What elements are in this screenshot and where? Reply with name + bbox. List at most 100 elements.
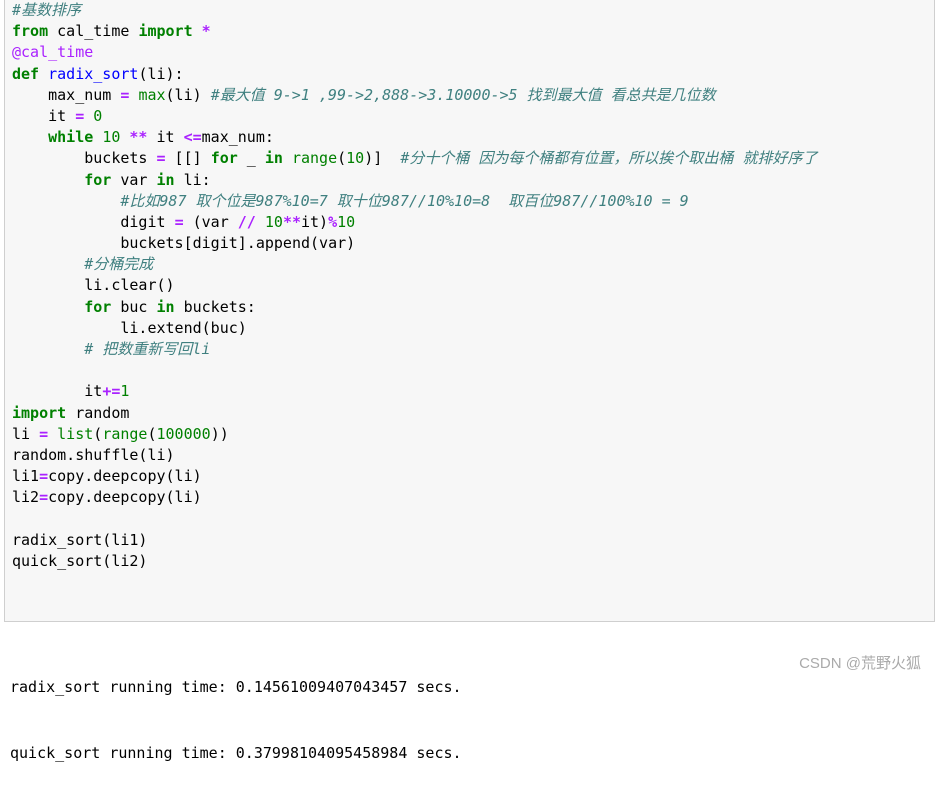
code-token: li.clear() (12, 276, 175, 295)
code-token: import (138, 22, 193, 41)
code-line: buckets = [[] for _ in range(10)] #分十个桶 … (12, 148, 817, 169)
code-token: #分桶完成 (84, 255, 154, 274)
code-token: (var (183, 212, 238, 231)
code-token: li: (174, 170, 211, 189)
code-token: # 把数重新写回li (84, 340, 211, 358)
code-token: #比如987 取个位是987%10=7 取十位987//10%10=8 取百位9… (120, 191, 689, 210)
code-token: buckets: (174, 297, 256, 316)
code-token: in (156, 170, 175, 189)
code-line: #分桶完成 (12, 254, 817, 275)
code-token: random (66, 403, 130, 422)
code-token: from (12, 22, 49, 41)
code-token: 100000 (156, 424, 211, 443)
code-token: in (156, 297, 175, 316)
code-line: import random (12, 403, 817, 424)
code-token: li1 (12, 467, 40, 486)
code-token: import (12, 403, 67, 422)
code-line: #基数排序 (12, 0, 817, 21)
code-line: from cal_time import * (12, 21, 817, 42)
code-token: (li): (138, 64, 184, 83)
code-token: it (147, 128, 184, 147)
code-token: = (75, 106, 85, 125)
code-token: _ (237, 149, 265, 168)
code-line: @cal_time (12, 42, 817, 63)
code-token: = (156, 149, 166, 168)
code-token: <= (183, 128, 202, 147)
code-token: 10 (102, 128, 121, 147)
code-token: @cal_time (12, 43, 94, 62)
code-token: range (291, 149, 338, 168)
code-line: digit = (var // 10**it)%10 (12, 212, 817, 233)
code-token: += (102, 382, 121, 401)
code-token: ( (337, 149, 347, 168)
code-token: max (138, 85, 166, 104)
code-token: digit (12, 212, 175, 231)
code-line: for buc in buckets: (12, 297, 817, 318)
code-token: li.extend(buc) (12, 318, 247, 337)
code-line: buckets[digit].append(var) (12, 233, 817, 254)
cell-output: radix_sort running time: 0.1456100940704… (10, 632, 462, 786)
code-token: = (39, 488, 49, 507)
code-token: random.shuffle(li) (12, 445, 175, 464)
code-line: max_num = max(li) #最大值 9->1 ,99->2,888->… (12, 85, 817, 106)
code-line: def radix_sort(li): (12, 64, 817, 85)
code-token: quick_sort(li2) (12, 551, 148, 570)
code-token: 1 (120, 382, 130, 401)
code-token: #基数排序 (12, 1, 82, 19)
code-token: = (39, 424, 49, 443)
code-line: it+=1 (12, 381, 817, 402)
code-line: li.extend(buc) (12, 318, 817, 339)
code-token: copy.deepcopy(li) (48, 488, 202, 507)
code-token: it) (301, 212, 329, 231)
code-token: def (12, 64, 40, 83)
code-token: )) (210, 424, 229, 443)
output-line-radix: radix_sort running time: 0.1456100940704… (10, 678, 462, 696)
code-token: [[] (165, 149, 211, 168)
code-token: in (264, 149, 283, 168)
code-token: list (57, 424, 94, 443)
code-token: % (328, 212, 338, 231)
code-token: buc (111, 297, 157, 316)
code-cell[interactable]: #基数排序 from cal_time import * @cal_time def … (4, 0, 935, 622)
code-token: ( (147, 424, 157, 443)
code-line: it = 0 (12, 106, 817, 127)
code-token: 10 (337, 212, 356, 231)
code-token: li (12, 424, 40, 443)
code-token: 10 (346, 149, 365, 168)
code-token: ( (93, 424, 103, 443)
output-line-quick: quick_sort running time: 0.3799810409545… (10, 744, 462, 762)
code-line: li = list(range(100000)) (12, 424, 817, 445)
code-token: range (102, 424, 148, 443)
code-token: (li) (165, 85, 211, 104)
code-token: for (210, 149, 238, 168)
code-token: radix_sort(li1) (12, 530, 148, 549)
code-line: #比如987 取个位是987%10=7 取十位987//10%10=8 取百位9… (12, 191, 817, 212)
code-token: for (84, 297, 112, 316)
code-line: while 10 ** it <=max_num: (12, 127, 817, 148)
code-token: li2 (12, 488, 40, 507)
code-token: // (237, 212, 256, 231)
code-token: * (201, 22, 211, 41)
code-line: # 把数重新写回li (12, 339, 817, 360)
code-token: while (48, 128, 94, 147)
code-editor[interactable]: #基数排序 from cal_time import * @cal_time def … (12, 0, 817, 572)
code-token: radix_sort (48, 64, 139, 83)
code-token: cal_time (48, 22, 139, 41)
code-token: ** (129, 128, 148, 147)
code-token: max_num: (201, 128, 274, 147)
code-token: #分十个桶 因为每个桶都有位置，所以挨个取出桶 就排好序了 (400, 149, 818, 168)
code-line: li.clear() (12, 275, 817, 296)
